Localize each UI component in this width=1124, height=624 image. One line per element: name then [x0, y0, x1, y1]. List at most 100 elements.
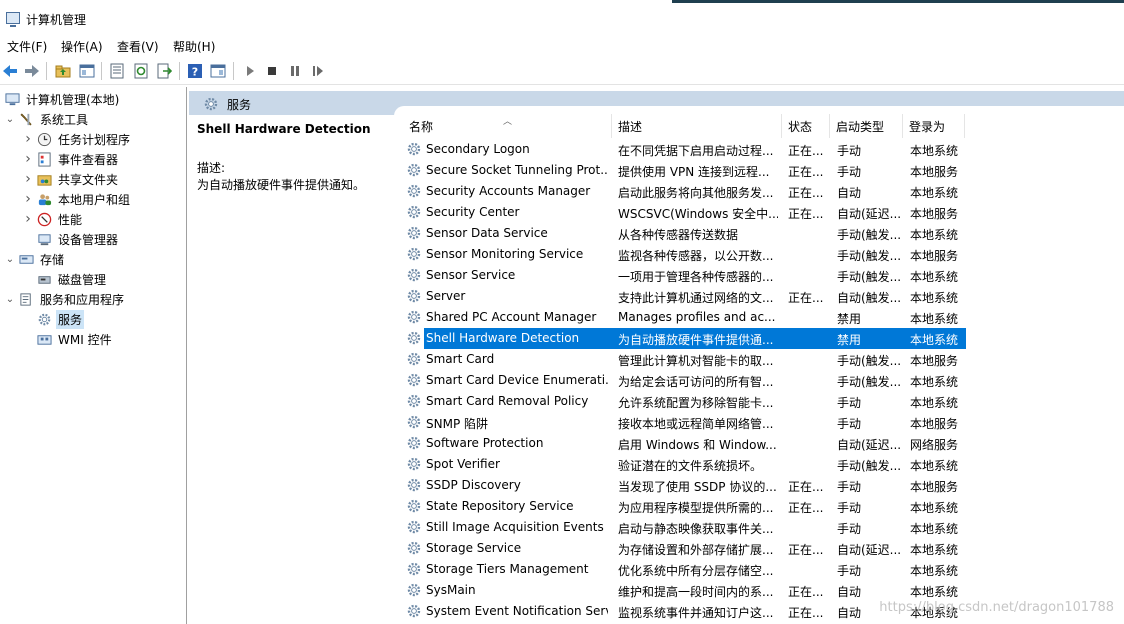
column-name-label: 名称	[409, 119, 434, 134]
toolbar-separator	[101, 62, 102, 80]
table-row[interactable]: Secure Socket Tunneling Prot... 提供使用 VPN …	[404, 160, 966, 181]
tree-item-6[interactable]: 设备管理器	[22, 229, 120, 249]
service-startup-type: 手动(触发...	[837, 270, 901, 284]
table-row[interactable]: Spot Verifier 验证潜在的文件系统损坏。 手动(触发... 本地系统	[404, 454, 966, 475]
table-row[interactable]: Sensor Service 一项用于管理各种传感器的... 手动(触发... 本地系…	[404, 265, 966, 286]
column-status[interactable]: 状态	[782, 114, 830, 138]
table-row[interactable]: Storage Tiers Management 优化系统中所有分层存储空... 手…	[404, 559, 966, 580]
column-log-on-as[interactable]: 登录为	[903, 114, 965, 138]
tree-root-computer-management[interactable]: 计算机管理(本地)	[2, 89, 121, 109]
help-icon[interactable]: ?	[186, 62, 204, 80]
service-name: Storage Tiers Management	[426, 562, 589, 576]
tree-item-2[interactable]: › 事件查看器	[22, 149, 120, 169]
resume-icon[interactable]	[309, 62, 327, 80]
table-row[interactable]: Shell Hardware Detection 为自动播放硬件事件提供通... 禁…	[407, 328, 966, 349]
chevron-right-icon[interactable]: ›	[22, 171, 34, 187]
service-name: Server	[426, 289, 466, 303]
chevron-down-icon[interactable]: ⌄	[4, 254, 16, 265]
service-log-on-as: 本地系统	[910, 543, 959, 557]
table-row[interactable]: SSDP Discovery 当发现了使用 SSDP 协议的... 正在... 手动 本…	[404, 475, 966, 496]
table-row[interactable]: Smart Card Removal Policy 允许系统配置为移除智能卡...…	[404, 391, 966, 412]
service-gear-icon	[406, 246, 422, 262]
table-row[interactable]: Sensor Monitoring Service 监视各种传感器，以公开数...…	[404, 244, 966, 265]
service-status: 正在...	[788, 291, 824, 305]
chevron-right-icon[interactable]: ›	[22, 131, 34, 147]
service-gear-icon	[406, 456, 422, 472]
forward-icon[interactable]	[23, 62, 41, 80]
export-icon[interactable]	[155, 62, 173, 80]
table-row[interactable]: Smart Card Device Enumerati... 为给定会话可访问的所…	[404, 370, 966, 391]
tree-item-11[interactable]: WMI 控件	[22, 329, 114, 349]
table-row[interactable]: Secondary Logon 在不同凭据下启用启动过程... 正在... 手动 本地系…	[404, 139, 966, 160]
tree-item-7[interactable]: ⌄ 存储	[4, 249, 66, 269]
tree-item-9[interactable]: ⌄ 服务和应用程序	[4, 289, 126, 309]
chevron-right-icon[interactable]: ›	[22, 191, 34, 207]
service-startup-type: 自动	[837, 186, 862, 200]
table-row[interactable]: Storage Service 为存储设置和外部存储扩展... 正在... 自动(延迟…	[404, 538, 966, 559]
service-name: Smart Card Removal Policy	[426, 394, 589, 408]
properties-icon[interactable]	[108, 62, 126, 80]
menu-view[interactable]: 查看(V)	[117, 38, 159, 55]
up-folder-icon[interactable]	[54, 62, 72, 80]
service-description: 监视系统事件并通知订户这...	[618, 606, 774, 620]
table-row[interactable]: Security Accounts Manager 启动此服务将向其他服务发...…	[404, 181, 966, 202]
service-log-on-as: 本地服务	[910, 417, 959, 431]
tree-item-1[interactable]: › 任务计划程序	[22, 129, 132, 149]
table-row[interactable]: Shared PC Account Manager Manages profile…	[404, 307, 966, 328]
service-startup-type: 手动	[837, 144, 862, 158]
chevron-down-icon[interactable]: ⌄	[4, 114, 16, 125]
service-log-on-as: 本地服务	[910, 249, 959, 263]
table-row[interactable]: State Repository Service 为应用程序模型提供所需的... 正…	[404, 496, 966, 517]
tree-item-5[interactable]: › 性能	[22, 209, 84, 229]
chevron-right-icon[interactable]: ›	[22, 211, 34, 227]
service-description: 一项用于管理各种传感器的...	[618, 270, 774, 284]
gear-icon	[36, 311, 52, 327]
service-description: 当发现了使用 SSDP 协议的...	[618, 480, 777, 494]
clock-icon	[36, 131, 52, 147]
back-icon[interactable]	[1, 62, 19, 80]
menu-help[interactable]: 帮助(H)	[173, 38, 215, 55]
column-startup-type[interactable]: 启动类型	[830, 114, 903, 138]
table-row[interactable]: Server 支持此计算机通过网络的文... 正在... 自动(触发... 本地系统	[404, 286, 966, 307]
tree-item-8[interactable]: 磁盘管理	[22, 269, 108, 289]
service-description: 在不同凭据下启用启动过程...	[618, 144, 774, 158]
performance-icon	[36, 211, 52, 227]
pause-icon[interactable]	[286, 62, 304, 80]
service-gear-icon	[406, 309, 422, 325]
service-status: 正在...	[788, 480, 824, 494]
action-pane-icon[interactable]	[209, 62, 227, 80]
service-gear-icon	[406, 141, 422, 157]
stop-icon[interactable]	[263, 62, 281, 80]
tree-item-3[interactable]: › 共享文件夹	[22, 169, 120, 189]
chevron-down-icon[interactable]: ⌄	[4, 294, 16, 305]
table-row[interactable]: SNMP 陷阱 接收本地或远程简单网络管... 手动 本地服务	[404, 412, 966, 433]
refresh-icon[interactable]	[132, 62, 150, 80]
selected-service-name: Shell Hardware Detection	[197, 122, 371, 136]
service-name: Security Center	[426, 205, 520, 219]
chevron-right-icon[interactable]: ›	[22, 151, 34, 167]
service-gear-icon	[406, 540, 422, 556]
table-row[interactable]: SysMain 维护和提高一段时间内的系... 正在... 自动 本地系统	[404, 580, 966, 601]
service-startup-type: 自动(延迟...	[837, 543, 901, 557]
tree-item-label: 服务和应用程序	[40, 292, 125, 307]
tree-item-label: 事件查看器	[58, 152, 119, 167]
menu-file[interactable]: 文件(F)	[7, 38, 47, 55]
service-name: Smart Card	[426, 352, 495, 366]
column-description[interactable]: 描述	[612, 114, 782, 138]
service-startup-type: 手动	[837, 165, 862, 179]
tree-item-0[interactable]: ⌄ 系统工具	[4, 109, 90, 129]
tree-item-10[interactable]: 服务	[22, 309, 85, 329]
table-row[interactable]: Sensor Data Service 从各种传感器传送数据 手动(触发... 本地系…	[404, 223, 966, 244]
table-row[interactable]: Still Image Acquisition Events 启动与静态映像获取事…	[404, 517, 966, 538]
play-icon[interactable]	[241, 62, 259, 80]
tree-item-4[interactable]: › 本地用户和组	[22, 189, 132, 209]
table-row[interactable]: Smart Card 管理此计算机对智能卡的取... 手动(触发... 本地服务	[404, 349, 966, 370]
table-row[interactable]: Software Protection 启用 Windows 和 Window..…	[404, 433, 966, 454]
column-name[interactable]: 名称 ︿	[403, 114, 612, 138]
table-row[interactable]: Security Center WSCSVC(Windows 安全中... 正在..…	[404, 202, 966, 223]
menu-action[interactable]: 操作(A)	[61, 38, 103, 55]
show-hide-tree-icon[interactable]	[78, 62, 96, 80]
service-log-on-as: 本地系统	[910, 375, 959, 389]
service-gear-icon	[406, 330, 422, 346]
service-log-on-as: 本地系统	[910, 270, 959, 284]
